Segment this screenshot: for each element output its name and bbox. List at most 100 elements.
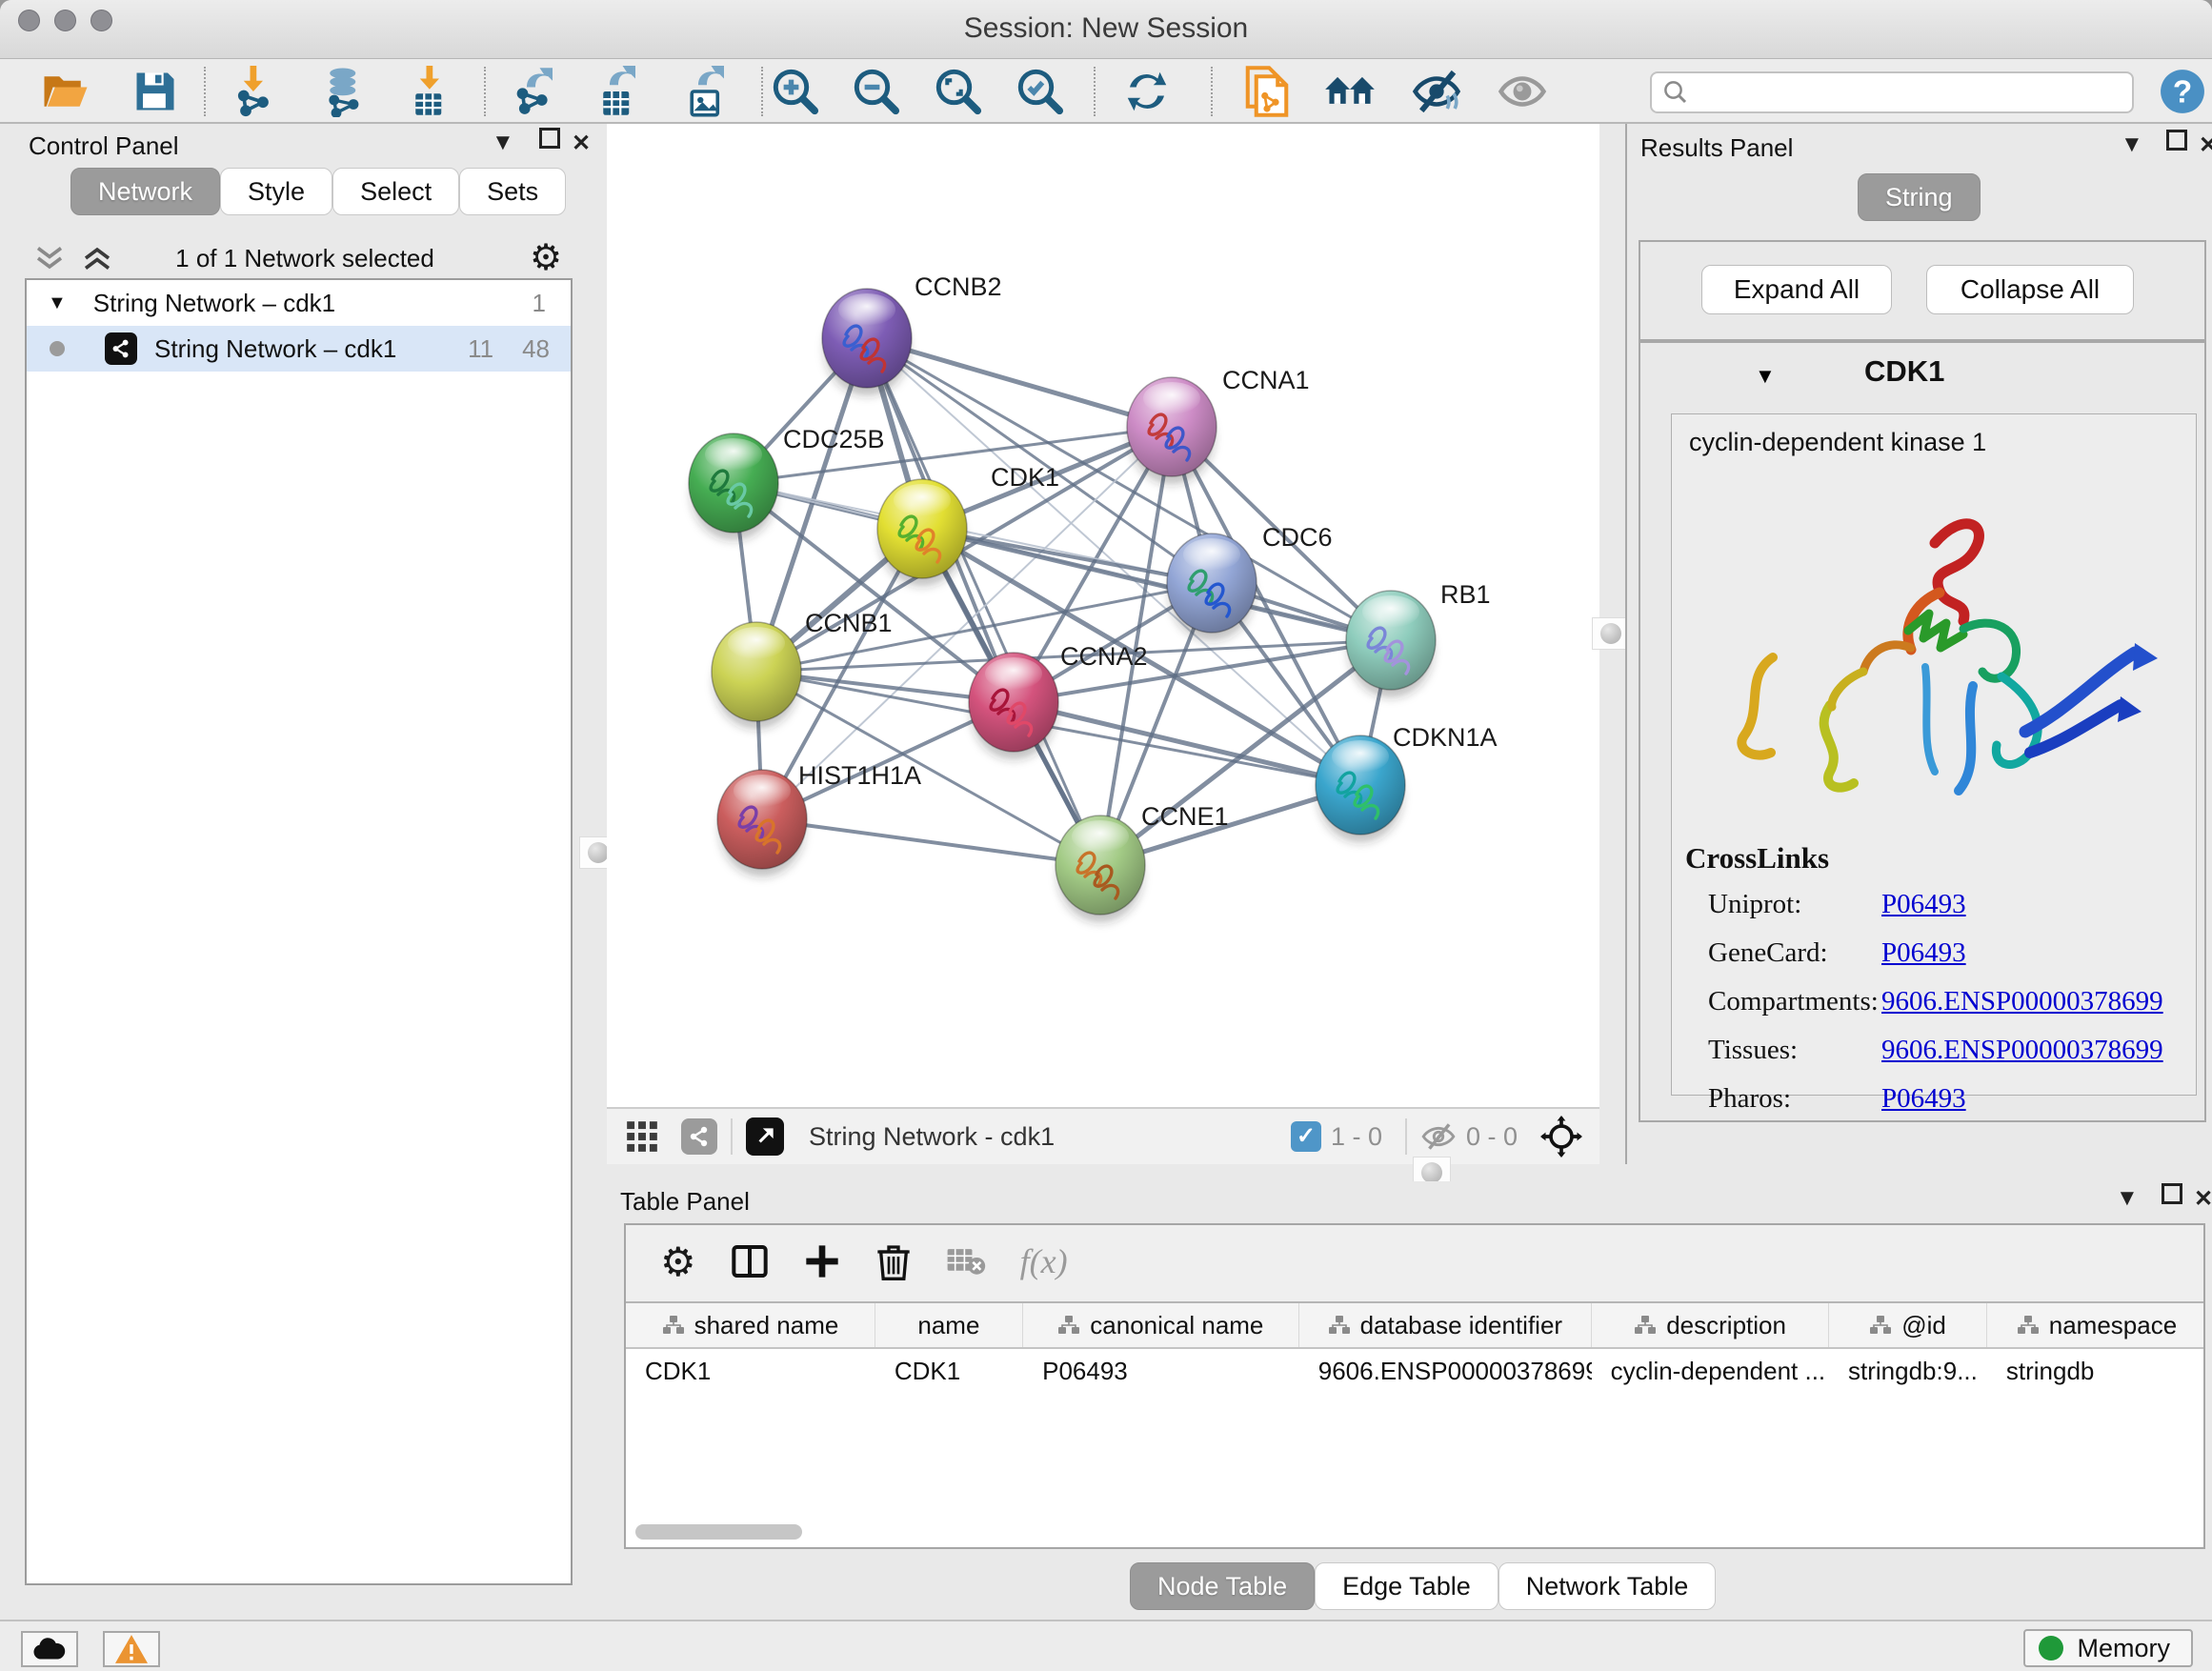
cloud-status-button[interactable] bbox=[21, 1631, 78, 1667]
document-share-icon bbox=[1241, 66, 1293, 117]
float-panel-button[interactable] bbox=[2166, 130, 2187, 151]
crosslink-link[interactable]: P06493 bbox=[1881, 889, 1966, 920]
toolbar-divider bbox=[761, 67, 763, 116]
export-table-button[interactable] bbox=[591, 64, 646, 119]
selected-checkbox-icon[interactable]: ✓ bbox=[1291, 1121, 1321, 1152]
network-graph[interactable]: CCNB2CCNA1CDC25BCDK1CDC6RB1CCNB1CCNA2CDK… bbox=[607, 124, 1599, 1107]
column-header-namespace[interactable]: namespace bbox=[1987, 1303, 2205, 1347]
column-header-shared-name[interactable]: shared name bbox=[626, 1303, 875, 1347]
delete-column-icon[interactable] bbox=[875, 1242, 912, 1280]
zoom-in-button[interactable] bbox=[768, 64, 823, 119]
export-network-button[interactable] bbox=[508, 64, 563, 119]
crosslink-link[interactable]: P06493 bbox=[1881, 937, 1966, 969]
save-session-button[interactable] bbox=[128, 64, 183, 119]
grid-view-icon[interactable] bbox=[624, 1118, 660, 1155]
horizontal-scrollbar-thumb[interactable] bbox=[635, 1524, 802, 1540]
import-network-database-button[interactable] bbox=[317, 64, 372, 119]
control-panel-title: Control Panel bbox=[29, 131, 179, 161]
table-tab-node-table[interactable]: Node Table bbox=[1130, 1562, 1315, 1610]
network-node-CCNA2[interactable] bbox=[969, 653, 1058, 759]
network-node-CCNB1[interactable] bbox=[712, 622, 801, 729]
float-panel-button[interactable] bbox=[2162, 1183, 2182, 1204]
tab-style[interactable]: Style bbox=[220, 168, 332, 215]
results-panel: Results Panel ▼ ✕ String Expand All Coll… bbox=[1625, 124, 2212, 1164]
tab-string[interactable]: String bbox=[1858, 173, 1981, 221]
network-edge[interactable] bbox=[867, 338, 1172, 427]
crosslink-link[interactable]: P06493 bbox=[1881, 1083, 1966, 1115]
column-header-name[interactable]: name bbox=[875, 1303, 1023, 1347]
collapse-triangle-icon[interactable]: ▼ bbox=[48, 292, 67, 314]
hidden-eye-slash-icon[interactable] bbox=[1420, 1121, 1457, 1152]
search-input[interactable] bbox=[1690, 78, 2100, 108]
panel-menu-button[interactable]: ▼ bbox=[2116, 1185, 2139, 1212]
expand-all-icon[interactable] bbox=[80, 244, 114, 272]
close-panel-button[interactable]: ✕ bbox=[2194, 1185, 2212, 1213]
column-header-canonical-name[interactable]: canonical name bbox=[1023, 1303, 1299, 1347]
network-node-RB1[interactable] bbox=[1346, 591, 1436, 697]
network-collection-row[interactable]: ▼ String Network – cdk1 1 bbox=[27, 280, 571, 326]
tab-network[interactable]: Network bbox=[70, 168, 220, 215]
network-options-gear-icon[interactable]: ⚙ bbox=[530, 236, 562, 279]
network-edge[interactable] bbox=[762, 819, 1100, 865]
show-columns-icon[interactable] bbox=[731, 1242, 769, 1280]
panel-menu-button[interactable]: ▼ bbox=[492, 130, 514, 156]
column-header--id[interactable]: @id bbox=[1829, 1303, 1987, 1347]
network-node-CDC25B[interactable] bbox=[689, 433, 778, 540]
horizontal-splitter[interactable] bbox=[607, 1164, 2212, 1181]
help-button[interactable]: ? bbox=[2155, 64, 2210, 119]
float-panel-button[interactable] bbox=[539, 128, 560, 149]
open-session-button[interactable] bbox=[38, 64, 93, 119]
export-image-button[interactable] bbox=[679, 64, 734, 119]
network-canvas[interactable]: CCNB2CCNA1CDC25BCDK1CDC6RB1CCNB1CCNA2CDK… bbox=[607, 124, 1599, 1107]
network-row-selected[interactable]: String Network – cdk1 11 48 bbox=[27, 326, 571, 372]
delete-table-icon[interactable] bbox=[946, 1244, 986, 1278]
network-node-CCNA1[interactable] bbox=[1127, 377, 1217, 484]
network-node-HIST1H1A[interactable] bbox=[717, 770, 807, 876]
expand-all-button[interactable]: Expand All bbox=[1701, 265, 1892, 314]
panel-menu-button[interactable]: ▼ bbox=[2121, 131, 2143, 158]
import-table-icon bbox=[405, 66, 456, 117]
import-network-file-button[interactable] bbox=[227, 64, 282, 119]
crosshair-icon[interactable] bbox=[1540, 1116, 1582, 1158]
zoom-fit-button[interactable] bbox=[931, 64, 986, 119]
collapse-all-button[interactable]: Collapse All bbox=[1926, 265, 2134, 314]
close-panel-button[interactable]: ✕ bbox=[572, 130, 591, 157]
crosslink-row: Uniprot:P06493 bbox=[1708, 889, 2196, 920]
collapse-triangle-icon[interactable]: ▼ bbox=[1755, 364, 1776, 389]
tab-sets[interactable]: Sets bbox=[459, 168, 566, 215]
home-button[interactable] bbox=[1322, 64, 1377, 119]
left-splitter[interactable] bbox=[591, 124, 607, 1625]
hide-panel-button[interactable] bbox=[1409, 64, 1464, 119]
zoom-out-button[interactable] bbox=[849, 64, 904, 119]
memory-button[interactable]: Memory bbox=[2023, 1629, 2193, 1667]
crosslink-link[interactable]: 9606.ENSP00000378699 bbox=[1881, 1035, 2163, 1066]
refresh-layout-button[interactable] bbox=[1119, 64, 1175, 119]
network-node-CCNB2[interactable] bbox=[822, 289, 912, 395]
table-options-gear-icon[interactable]: ⚙ bbox=[660, 1238, 696, 1285]
right-splitter-handle[interactable] bbox=[1592, 617, 1630, 650]
column-header-description[interactable]: description bbox=[1592, 1303, 1829, 1347]
add-column-icon[interactable] bbox=[803, 1242, 841, 1280]
network-node-CDC6[interactable] bbox=[1167, 534, 1257, 640]
column-header-database-identifier[interactable]: database identifier bbox=[1299, 1303, 1592, 1347]
show-panel-button[interactable] bbox=[1495, 64, 1550, 119]
crosslink-link[interactable]: 9606.ENSP00000378699 bbox=[1881, 986, 2163, 1017]
import-table-file-button[interactable] bbox=[403, 64, 458, 119]
right-splitter[interactable] bbox=[1599, 124, 1625, 1164]
function-builder-button[interactable]: f(x) bbox=[1020, 1241, 1068, 1281]
collapse-all-icon[interactable] bbox=[32, 244, 67, 272]
warning-status-button[interactable] bbox=[103, 1631, 160, 1667]
network-node-CCNE1[interactable] bbox=[1056, 815, 1145, 922]
table-tab-edge-table[interactable]: Edge Table bbox=[1315, 1562, 1498, 1610]
network-node-CDK1[interactable] bbox=[877, 479, 967, 586]
toolbar-divider bbox=[1405, 1118, 1407, 1155]
network-node-CDKN1A[interactable] bbox=[1316, 735, 1405, 842]
share-document-button[interactable] bbox=[1239, 64, 1295, 119]
tab-select[interactable]: Select bbox=[332, 168, 459, 215]
table-row[interactable]: CDK1CDK1P064939606.ENSP00000378699cyclin… bbox=[626, 1349, 2205, 1393]
network-type-icon[interactable] bbox=[681, 1118, 717, 1155]
zoom-selected-button[interactable] bbox=[1013, 64, 1068, 119]
close-panel-button[interactable]: ✕ bbox=[2199, 131, 2212, 159]
table-tab-network-table[interactable]: Network Table bbox=[1498, 1562, 1717, 1610]
birds-eye-view-button[interactable] bbox=[746, 1117, 784, 1156]
